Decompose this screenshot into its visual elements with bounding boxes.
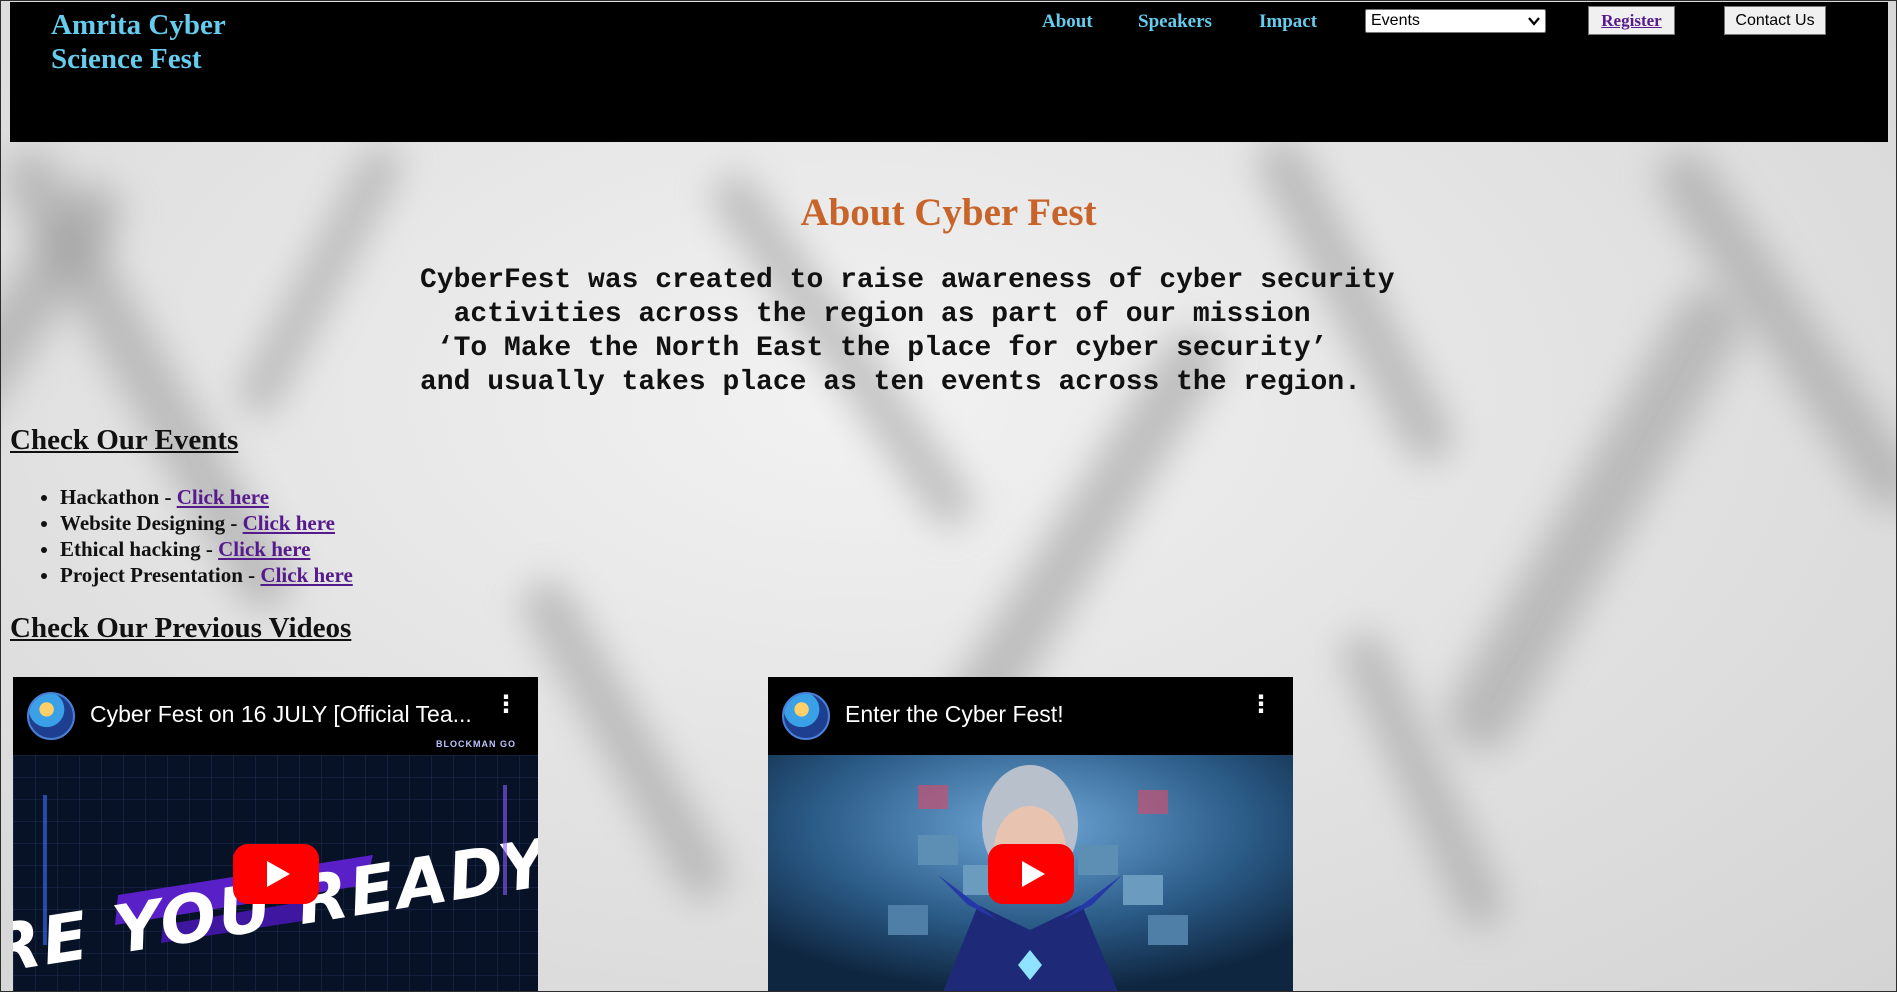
list-item: Ethical hacking - Click here — [60, 536, 353, 562]
videos-heading: Check Our Previous Videos — [10, 612, 352, 644]
channel-avatar-icon[interactable] — [782, 692, 830, 740]
event-name: Ethical hacking — [60, 537, 201, 561]
list-item: Website Designing - Click here — [60, 510, 353, 536]
events-select[interactable]: Events — [1365, 9, 1546, 33]
event-name: Project Presentation — [60, 563, 243, 587]
event-name: Website Designing — [60, 511, 226, 535]
site-header: Amrita Cyber Science Fest About Speakers… — [10, 2, 1888, 142]
nav-link-about[interactable]: About — [1042, 11, 1093, 33]
contact-us-button[interactable]: Contact Us — [1724, 6, 1826, 35]
separator: - — [242, 563, 261, 587]
list-item: Hackathon - Click here — [60, 484, 353, 510]
video-embed-1[interactable]: ARE YOU READY? Cyber Fest on 16 JULY [Of… — [13, 677, 538, 992]
about-line: CyberFest was created to raise awareness… — [420, 265, 1395, 296]
video-title[interactable]: Enter the Cyber Fest! — [845, 701, 1235, 728]
nav-link-impact[interactable]: Impact — [1259, 11, 1317, 33]
about-line: ‘To Make the North East the place for cy… — [420, 333, 1328, 364]
separator: - — [225, 511, 243, 535]
event-link-hackathon[interactable]: Click here — [177, 485, 269, 509]
separator: - — [159, 485, 177, 509]
events-select-value: Events — [1371, 12, 1420, 29]
site-brand[interactable]: Amrita Cyber Science Fest — [51, 8, 291, 76]
event-link-project-presentation[interactable]: Click here — [260, 563, 352, 587]
list-item: Project Presentation - Click here — [60, 562, 353, 588]
event-link-website-designing[interactable]: Click here — [243, 511, 335, 535]
about-line: activities across the region as part of … — [420, 299, 1311, 330]
channel-avatar-icon[interactable] — [27, 692, 75, 740]
more-options-icon[interactable]: ⋮ — [1249, 692, 1273, 716]
event-link-ethical-hacking[interactable]: Click here — [218, 537, 310, 561]
about-description: CyberFest was created to raise awareness… — [420, 264, 1480, 400]
register-button[interactable]: Register — [1588, 6, 1675, 35]
event-name: Hackathon — [60, 485, 160, 509]
about-line: and usually takes place as ten events ac… — [420, 367, 1361, 398]
youtube-play-icon[interactable] — [988, 844, 1074, 904]
video-embed-2[interactable]: Enter the Cyber Fest! ⋮ — [768, 677, 1293, 992]
about-title: About Cyber Fest — [800, 191, 1097, 234]
separator: - — [200, 537, 219, 561]
events-heading: Check Our Events — [10, 424, 239, 456]
events-list: Hackathon - Click here Website Designing… — [10, 484, 353, 588]
nav-link-speakers[interactable]: Speakers — [1138, 11, 1212, 33]
video-title[interactable]: Cyber Fest on 16 JULY [Official Tea... — [90, 701, 480, 728]
thumbnail-brand-mark: BLOCKMAN GO — [436, 739, 516, 749]
chevron-down-icon — [1528, 10, 1540, 39]
youtube-play-icon[interactable] — [233, 844, 319, 904]
more-options-icon[interactable]: ⋮ — [494, 692, 518, 716]
